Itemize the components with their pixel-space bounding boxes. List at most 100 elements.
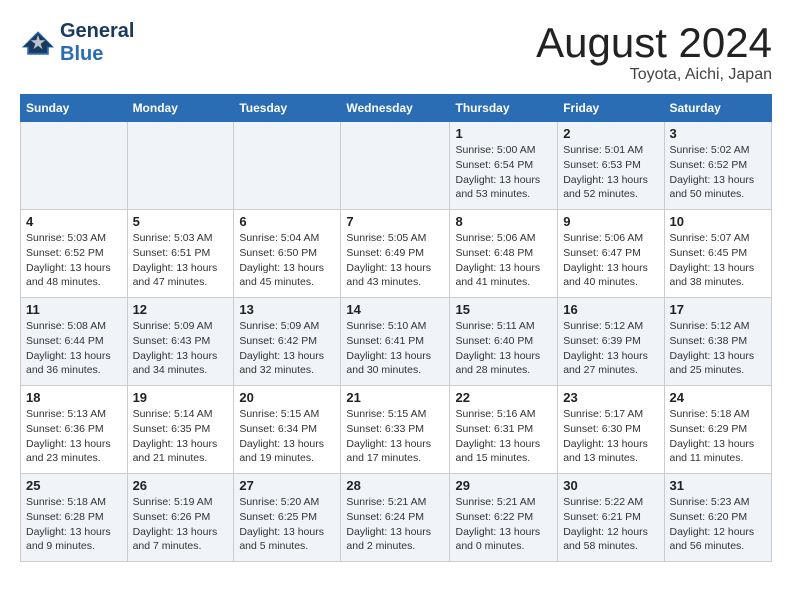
weekday-header-cell: Tuesday xyxy=(234,95,341,122)
day-info: Sunrise: 5:18 AM Sunset: 6:28 PM Dayligh… xyxy=(26,495,122,554)
weekday-header-cell: Thursday xyxy=(450,95,558,122)
day-info: Sunrise: 5:18 AM Sunset: 6:29 PM Dayligh… xyxy=(670,407,767,466)
weekday-header-row: SundayMondayTuesdayWednesdayThursdayFrid… xyxy=(21,95,772,122)
location-subtitle: Toyota, Aichi, Japan xyxy=(536,66,772,84)
day-number: 21 xyxy=(346,390,444,405)
calendar-cell: 13Sunrise: 5:09 AM Sunset: 6:42 PM Dayli… xyxy=(234,298,341,386)
calendar-cell: 5 Sunrise: 5:03 AM Sunset: 6:51 PM Daylig… xyxy=(127,210,234,298)
day-number: 24 xyxy=(670,390,767,405)
day-number: 3 xyxy=(670,126,767,141)
day-number: 4 xyxy=(26,214,122,229)
day-number: 31 xyxy=(670,478,767,493)
day-number: 16 xyxy=(563,302,658,317)
day-number: 14 xyxy=(346,302,444,317)
day-number: 8 xyxy=(455,214,552,229)
logo-icon xyxy=(20,29,56,57)
calendar-cell: 12 Sunrise: 5:09 AM Sunset: 6:43 PM Dayli… xyxy=(127,298,234,386)
title-block: August 2024 Toyota, Aichi, Japan xyxy=(536,20,772,84)
day-number: 20 xyxy=(239,390,335,405)
day-number: 17 xyxy=(670,302,767,317)
calendar-body: 1 Sunrise: 5:00 AM Sunset: 6:54 PM Daylig… xyxy=(21,122,772,562)
day-info: Sunrise: 5:17 AM Sunset: 6:30 PM Dayligh… xyxy=(563,407,658,466)
day-number: 18 xyxy=(26,390,122,405)
calendar-cell: 4Sunrise: 5:03 AM Sunset: 6:52 PM Daylig… xyxy=(21,210,128,298)
calendar-cell: 6Sunrise: 5:04 AM Sunset: 6:50 PM Daylig… xyxy=(234,210,341,298)
calendar-cell: 26Sunrise: 5:19 AM Sunset: 6:26 PM Dayli… xyxy=(127,474,234,562)
day-number: 12 xyxy=(133,302,229,317)
day-number: 25 xyxy=(26,478,122,493)
calendar-cell: 20 Sunrise: 5:15 AM Sunset: 6:34 PM Dayli… xyxy=(234,386,341,474)
calendar-cell: 10 Sunrise: 5:07 AM Sunset: 6:45 PM Dayli… xyxy=(664,210,772,298)
calendar-cell xyxy=(341,122,450,210)
calendar-cell: 11Sunrise: 5:08 AM Sunset: 6:44 PM Dayli… xyxy=(21,298,128,386)
day-info: Sunrise: 5:12 AM Sunset: 6:39 PM Dayligh… xyxy=(563,319,658,378)
day-number: 10 xyxy=(670,214,767,229)
logo-line1: General xyxy=(60,20,134,42)
page-header: General Blue August 2024 Toyota, Aichi, … xyxy=(20,20,772,84)
day-number: 29 xyxy=(455,478,552,493)
day-number: 22 xyxy=(455,390,552,405)
calendar-cell: 31Sunrise: 5:23 AM Sunset: 6:20 PM Dayli… xyxy=(664,474,772,562)
calendar-cell: 23 Sunrise: 5:17 AM Sunset: 6:30 PM Dayli… xyxy=(558,386,664,474)
day-info: Sunrise: 5:08 AM Sunset: 6:44 PM Dayligh… xyxy=(26,319,122,378)
calendar-week-row: 4Sunrise: 5:03 AM Sunset: 6:52 PM Daylig… xyxy=(21,210,772,298)
calendar-cell: 17 Sunrise: 5:12 AM Sunset: 6:38 PM Dayli… xyxy=(664,298,772,386)
calendar-cell: 29 Sunrise: 5:21 AM Sunset: 6:22 PM Dayli… xyxy=(450,474,558,562)
calendar-cell: 8Sunrise: 5:06 AM Sunset: 6:48 PM Daylig… xyxy=(450,210,558,298)
calendar-cell: 22 Sunrise: 5:16 AM Sunset: 6:31 PM Dayli… xyxy=(450,386,558,474)
day-info: Sunrise: 5:15 AM Sunset: 6:34 PM Dayligh… xyxy=(239,407,335,466)
day-info: Sunrise: 5:02 AM Sunset: 6:52 PM Dayligh… xyxy=(670,143,767,202)
calendar-cell: 14 Sunrise: 5:10 AM Sunset: 6:41 PM Dayli… xyxy=(341,298,450,386)
day-info: Sunrise: 5:00 AM Sunset: 6:54 PM Dayligh… xyxy=(455,143,552,202)
logo-line2: Blue xyxy=(60,43,103,65)
day-info: Sunrise: 5:06 AM Sunset: 6:47 PM Dayligh… xyxy=(563,231,658,290)
calendar-cell: 9Sunrise: 5:06 AM Sunset: 6:47 PM Daylig… xyxy=(558,210,664,298)
day-number: 27 xyxy=(239,478,335,493)
day-info: Sunrise: 5:07 AM Sunset: 6:45 PM Dayligh… xyxy=(670,231,767,290)
calendar-cell: 30 Sunrise: 5:22 AM Sunset: 6:21 PM Dayli… xyxy=(558,474,664,562)
calendar-cell xyxy=(127,122,234,210)
logo-text: General Blue xyxy=(60,20,134,66)
day-number: 5 xyxy=(133,214,229,229)
day-info: Sunrise: 5:12 AM Sunset: 6:38 PM Dayligh… xyxy=(670,319,767,378)
day-info: Sunrise: 5:10 AM Sunset: 6:41 PM Dayligh… xyxy=(346,319,444,378)
day-info: Sunrise: 5:03 AM Sunset: 6:51 PM Dayligh… xyxy=(133,231,229,290)
month-year-title: August 2024 xyxy=(536,20,772,66)
calendar-cell: 18Sunrise: 5:13 AM Sunset: 6:36 PM Dayli… xyxy=(21,386,128,474)
day-info: Sunrise: 5:05 AM Sunset: 6:49 PM Dayligh… xyxy=(346,231,444,290)
day-info: Sunrise: 5:16 AM Sunset: 6:31 PM Dayligh… xyxy=(455,407,552,466)
calendar-cell: 3 Sunrise: 5:02 AM Sunset: 6:52 PM Daylig… xyxy=(664,122,772,210)
calendar-week-row: 18Sunrise: 5:13 AM Sunset: 6:36 PM Dayli… xyxy=(21,386,772,474)
day-number: 7 xyxy=(346,214,444,229)
day-info: Sunrise: 5:04 AM Sunset: 6:50 PM Dayligh… xyxy=(239,231,335,290)
calendar-week-row: 1 Sunrise: 5:00 AM Sunset: 6:54 PM Daylig… xyxy=(21,122,772,210)
logo: General Blue xyxy=(20,20,134,66)
day-number: 1 xyxy=(455,126,552,141)
calendar-cell xyxy=(234,122,341,210)
day-number: 30 xyxy=(563,478,658,493)
calendar-cell: 1 Sunrise: 5:00 AM Sunset: 6:54 PM Daylig… xyxy=(450,122,558,210)
calendar-cell: 16 Sunrise: 5:12 AM Sunset: 6:39 PM Dayli… xyxy=(558,298,664,386)
calendar-cell: 25 Sunrise: 5:18 AM Sunset: 6:28 PM Dayli… xyxy=(21,474,128,562)
calendar-table: SundayMondayTuesdayWednesdayThursdayFrid… xyxy=(20,94,772,562)
calendar-cell: 24 Sunrise: 5:18 AM Sunset: 6:29 PM Dayli… xyxy=(664,386,772,474)
day-info: Sunrise: 5:15 AM Sunset: 6:33 PM Dayligh… xyxy=(346,407,444,466)
calendar-cell: 19Sunrise: 5:14 AM Sunset: 6:35 PM Dayli… xyxy=(127,386,234,474)
calendar-cell: 7 Sunrise: 5:05 AM Sunset: 6:49 PM Daylig… xyxy=(341,210,450,298)
calendar-cell: 2Sunrise: 5:01 AM Sunset: 6:53 PM Daylig… xyxy=(558,122,664,210)
day-info: Sunrise: 5:14 AM Sunset: 6:35 PM Dayligh… xyxy=(133,407,229,466)
day-info: Sunrise: 5:22 AM Sunset: 6:21 PM Dayligh… xyxy=(563,495,658,554)
day-number: 23 xyxy=(563,390,658,405)
day-info: Sunrise: 5:21 AM Sunset: 6:22 PM Dayligh… xyxy=(455,495,552,554)
weekday-header-cell: Friday xyxy=(558,95,664,122)
day-info: Sunrise: 5:09 AM Sunset: 6:43 PM Dayligh… xyxy=(133,319,229,378)
weekday-header-cell: Sunday xyxy=(21,95,128,122)
calendar-cell: 21 Sunrise: 5:15 AM Sunset: 6:33 PM Dayli… xyxy=(341,386,450,474)
calendar-cell: 28Sunrise: 5:21 AM Sunset: 6:24 PM Dayli… xyxy=(341,474,450,562)
day-number: 13 xyxy=(239,302,335,317)
calendar-cell xyxy=(21,122,128,210)
weekday-header-cell: Saturday xyxy=(664,95,772,122)
day-info: Sunrise: 5:19 AM Sunset: 6:26 PM Dayligh… xyxy=(133,495,229,554)
day-number: 15 xyxy=(455,302,552,317)
day-info: Sunrise: 5:01 AM Sunset: 6:53 PM Dayligh… xyxy=(563,143,658,202)
